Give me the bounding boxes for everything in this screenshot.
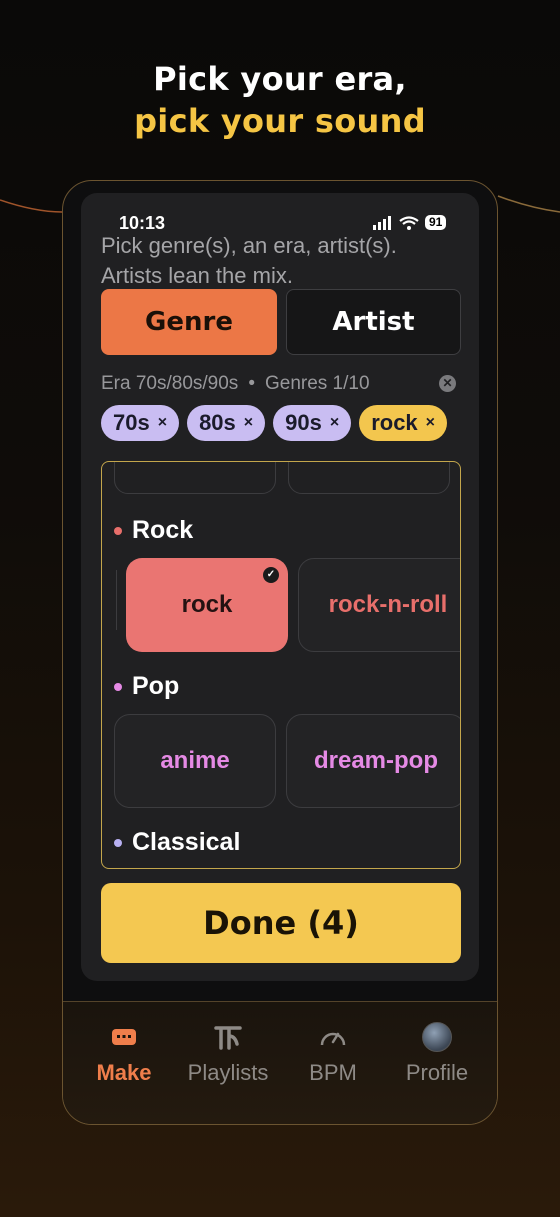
genre-tile-partial[interactable] xyxy=(114,462,276,494)
tab-bar-profile[interactable]: Profile xyxy=(382,1020,492,1086)
chip-label: rock xyxy=(371,410,418,435)
section-dot xyxy=(114,838,122,847)
tile-label: dream-pop xyxy=(313,747,438,774)
tab-bar: Make Playlists BPM Profile xyxy=(63,1001,497,1124)
tab-bar-make[interactable]: Make xyxy=(69,1020,179,1086)
scroll-edge xyxy=(116,570,117,630)
avatar-wrap xyxy=(382,1020,492,1054)
chip-70s[interactable]: 70s × xyxy=(101,405,180,441)
genre-count: Genres 1/10 xyxy=(264,373,370,394)
genre-picker-sheet: 10:13 91 Pick genre(s), an era, artist(s… xyxy=(81,193,479,981)
tab-bar-label: BPM xyxy=(309,1060,357,1085)
tile-label: rock-n-roll xyxy=(328,591,448,618)
remove-icon[interactable]: × xyxy=(330,414,339,432)
clear-filters-button[interactable]: ✕ xyxy=(439,375,456,392)
playlists-icon xyxy=(173,1020,283,1054)
section-rock: Rock xyxy=(114,516,193,545)
genre-tile-dream-pop[interactable]: dream-pop xyxy=(286,714,460,808)
section-classical: Classical xyxy=(114,828,240,857)
remove-icon[interactable]: × xyxy=(426,414,435,432)
tab-genre[interactable]: Genre xyxy=(101,289,277,355)
genre-tile-partial[interactable] xyxy=(288,462,450,494)
tab-bar-playlists[interactable]: Playlists xyxy=(173,1020,283,1086)
section-pop: Pop xyxy=(114,672,179,701)
tab-bar-label: Profile xyxy=(405,1060,469,1085)
wifi-icon xyxy=(399,215,419,230)
genre-list-panel[interactable]: Rock rock ✓ rock-n-roll Pop anime dream-… xyxy=(101,461,461,869)
section-title: Classical xyxy=(132,828,241,856)
remove-icon[interactable]: × xyxy=(158,414,167,432)
section-title: Rock xyxy=(132,516,194,544)
chip-80s[interactable]: 80s × xyxy=(187,405,266,441)
headline-line-1: Pick your era, xyxy=(153,60,407,98)
done-button[interactable]: Done (4) xyxy=(101,883,461,963)
tab-artist[interactable]: Artist xyxy=(286,289,461,355)
radio-icon xyxy=(69,1020,179,1054)
tile-label: anime xyxy=(160,747,230,774)
section-dot xyxy=(114,526,122,535)
speedometer-icon xyxy=(278,1020,388,1054)
era-summary: Era 70s/80s/90s xyxy=(101,373,239,394)
tile-label: rock xyxy=(181,591,233,618)
genre-tile-anime[interactable]: anime xyxy=(114,714,276,808)
signal-icon xyxy=(373,215,391,230)
chip-label: 80s xyxy=(199,410,236,435)
genre-tile-rock[interactable]: rock ✓ xyxy=(126,558,288,652)
headline: Pick your era, pick your sound xyxy=(0,58,560,142)
tab-bar-label: Playlists xyxy=(187,1060,269,1085)
headline-line-2: pick your sound xyxy=(134,102,426,140)
filter-summary: Era 70s/80s/90s • Genres 1/10 xyxy=(101,373,370,395)
chip-90s[interactable]: 90s × xyxy=(273,405,352,441)
tab-bar-bpm[interactable]: BPM xyxy=(278,1020,388,1086)
avatar xyxy=(422,1022,452,1052)
chip-label: 70s xyxy=(113,410,150,435)
selected-chips: 70s × 80s × 90s × rock × xyxy=(101,405,448,441)
checkmark-icon: ✓ xyxy=(263,567,279,583)
status-icons: 91 xyxy=(373,215,447,230)
genre-tile-rock-n-roll[interactable]: rock-n-roll xyxy=(298,558,460,652)
separator-dot: • xyxy=(248,373,255,394)
section-title: Pop xyxy=(132,672,180,700)
intro-text: Pick genre(s), an era, artist(s). Artist… xyxy=(101,233,397,288)
tab-bar-label: Make xyxy=(96,1060,152,1085)
remove-icon[interactable]: × xyxy=(244,414,253,432)
battery-icon: 91 xyxy=(425,215,447,230)
section-dot xyxy=(114,682,122,691)
chip-rock[interactable]: rock × xyxy=(359,405,448,441)
phone-frame: 10:13 91 Pick genre(s), an era, artist(s… xyxy=(62,180,498,1125)
chip-label: 90s xyxy=(285,410,322,435)
